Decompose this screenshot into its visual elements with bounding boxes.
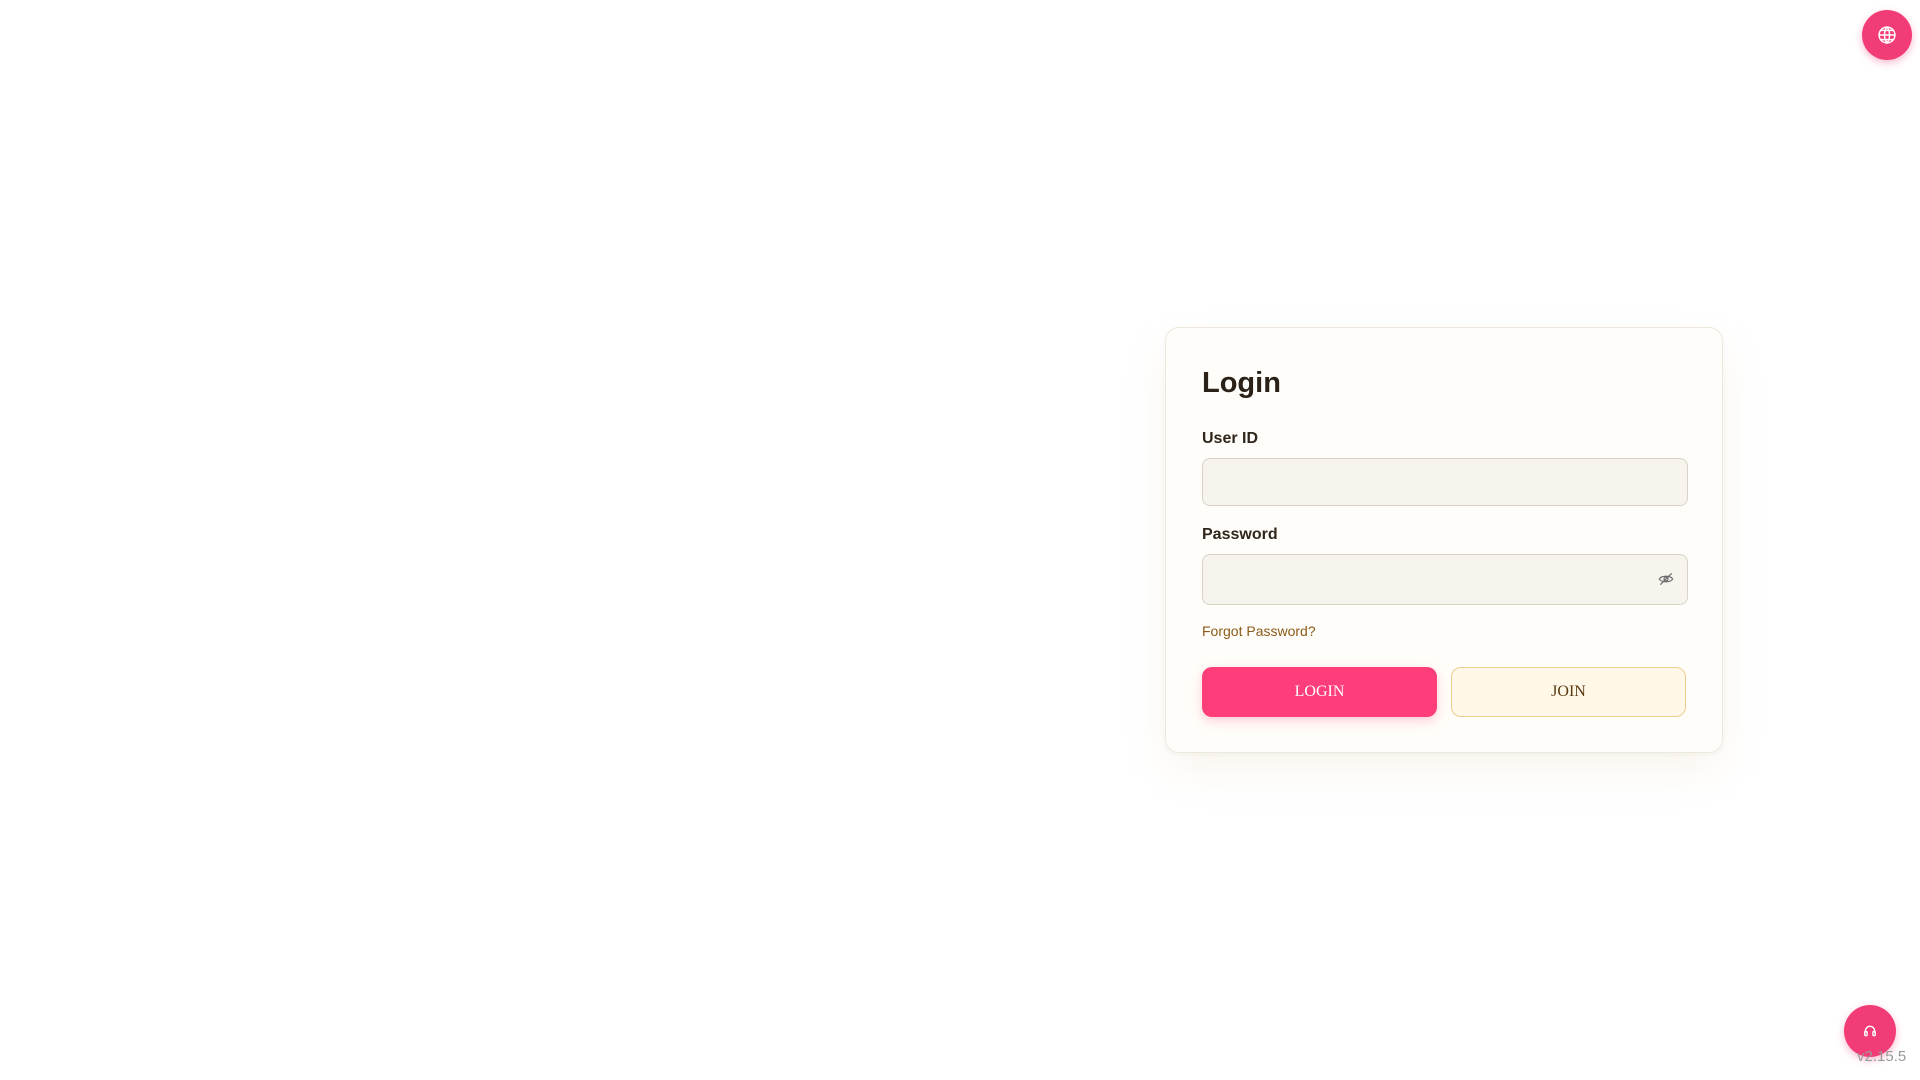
globe-icon <box>1878 26 1896 44</box>
eye-off-icon[interactable] <box>1658 571 1674 587</box>
login-title: Login <box>1202 367 1281 399</box>
password-label: Password <box>1202 525 1278 543</box>
language-button[interactable] <box>1862 10 1912 60</box>
action-buttons: LOGIN JOIN <box>1202 666 1686 717</box>
forgot-password-link[interactable]: Forgot Password? <box>1202 623 1316 639</box>
password-field-wrapper <box>1202 553 1688 605</box>
login-card: Login User ID Password Forgot Password? … <box>1165 327 1723 753</box>
headset-icon <box>1864 1025 1876 1037</box>
join-button[interactable]: JOIN <box>1451 666 1686 717</box>
password-input[interactable] <box>1202 553 1688 605</box>
user-id-label: User ID <box>1202 429 1259 447</box>
version-label: v2.15.5 <box>1857 1048 1907 1065</box>
login-button[interactable]: LOGIN <box>1202 666 1437 717</box>
user-id-field-wrapper <box>1202 457 1688 506</box>
user-id-input[interactable] <box>1202 457 1688 506</box>
login-page: Login User ID Password Forgot Password? … <box>0 0 1920 1080</box>
